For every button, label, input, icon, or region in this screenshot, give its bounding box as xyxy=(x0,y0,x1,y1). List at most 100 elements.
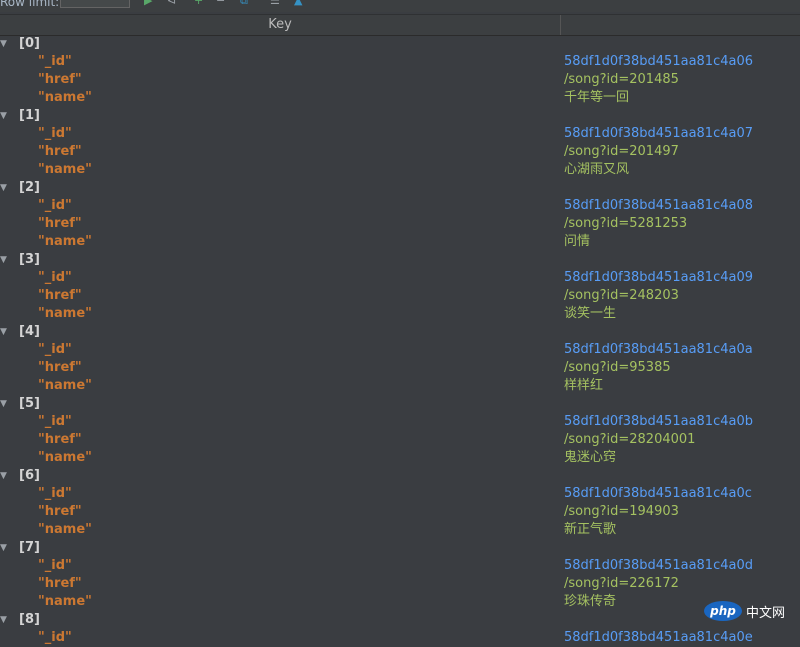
column-divider[interactable] xyxy=(560,15,561,35)
record-index: [2] xyxy=(19,180,40,195)
field-key: "href" xyxy=(38,504,82,519)
field-row[interactable]: "name" 鬼迷心窍 xyxy=(0,449,800,467)
field-row[interactable]: "_id" 58df1d0f38bd451aa81c4a06 xyxy=(0,53,800,71)
field-row[interactable]: "href" /song?id=194903 xyxy=(0,503,800,521)
field-value: 58df1d0f38bd451aa81c4a07 xyxy=(564,126,754,141)
field-value: /song?id=95385 xyxy=(564,360,671,375)
field-row[interactable]: "name" 珍珠传奇 xyxy=(0,593,800,611)
field-row[interactable]: "href" /song?id=5281253 xyxy=(0,215,800,233)
field-key: "_id" xyxy=(38,342,72,357)
expand-triangle-icon[interactable]: ▼ xyxy=(0,107,7,125)
field-row[interactable]: "_id" 58df1d0f38bd451aa81c4a0e xyxy=(0,629,800,647)
field-key: "_id" xyxy=(38,486,72,501)
field-row[interactable]: "name" 样样红 xyxy=(0,377,800,395)
record-row[interactable]: ▼ [3] xyxy=(0,251,800,269)
column-header: Key xyxy=(0,14,800,36)
field-row[interactable]: "name" 问情 xyxy=(0,233,800,251)
field-row[interactable]: "_id" 58df1d0f38bd451aa81c4a0a xyxy=(0,341,800,359)
record-index: [4] xyxy=(19,324,40,339)
field-value: 珍珠传奇 xyxy=(564,594,617,609)
field-value: /song?id=194903 xyxy=(564,504,679,519)
field-row[interactable]: "name" 千年等一回 xyxy=(0,89,800,107)
record-index: [7] xyxy=(19,540,40,555)
record-index: [6] xyxy=(19,468,40,483)
field-row[interactable]: "href" /song?id=226172 xyxy=(0,575,800,593)
field-key: "href" xyxy=(38,360,82,375)
expand-triangle-icon[interactable]: ▼ xyxy=(0,251,7,269)
filter-icon[interactable]: ⊲ xyxy=(167,0,176,7)
field-row[interactable]: "_id" 58df1d0f38bd451aa81c4a09 xyxy=(0,269,800,287)
field-row[interactable]: "href" /song?id=201497 xyxy=(0,143,800,161)
field-key: "_id" xyxy=(38,126,72,141)
record-row[interactable]: ▼ [4] xyxy=(0,323,800,341)
arrow-up-icon[interactable]: ▲ xyxy=(294,0,302,7)
field-row[interactable]: "_id" 58df1d0f38bd451aa81c4a0d xyxy=(0,557,800,575)
field-row[interactable]: "_id" 58df1d0f38bd451aa81c4a0c xyxy=(0,485,800,503)
field-row[interactable]: "href" /song?id=95385 xyxy=(0,359,800,377)
record-row[interactable]: ▼ [0] xyxy=(0,35,800,53)
field-key: "_id" xyxy=(38,558,72,573)
record-row[interactable]: ▼ [7] xyxy=(0,539,800,557)
plus-icon[interactable]: + xyxy=(194,0,203,7)
field-value: 58df1d0f38bd451aa81c4a0d xyxy=(564,558,753,573)
field-key: "href" xyxy=(38,288,82,303)
record-row[interactable]: ▼ [2] xyxy=(0,179,800,197)
field-row[interactable]: "href" /song?id=28204001 xyxy=(0,431,800,449)
field-key: "name" xyxy=(38,594,92,609)
expand-triangle-icon[interactable]: ▼ xyxy=(0,179,7,197)
expand-triangle-icon[interactable]: ▼ xyxy=(0,323,7,341)
field-key: "_id" xyxy=(38,198,72,213)
field-row[interactable]: "_id" 58df1d0f38bd451aa81c4a07 xyxy=(0,125,800,143)
field-value: /song?id=201485 xyxy=(564,72,679,87)
field-key: "href" xyxy=(38,144,82,159)
key-column-header[interactable]: Key xyxy=(0,15,560,35)
play-icon[interactable]: ▶ xyxy=(144,0,152,7)
record-row[interactable]: ▼ [5] xyxy=(0,395,800,413)
field-key: "name" xyxy=(38,162,92,177)
field-value: 样样红 xyxy=(564,378,604,393)
expand-triangle-icon[interactable]: ▼ xyxy=(0,539,7,557)
field-row[interactable]: "_id" 58df1d0f38bd451aa81c4a0b xyxy=(0,413,800,431)
field-key: "_id" xyxy=(38,270,72,285)
field-value: 谈笑一生 xyxy=(564,306,617,321)
field-value: /song?id=226172 xyxy=(564,576,679,591)
record-index: [8] xyxy=(19,612,40,627)
expand-triangle-icon[interactable]: ▼ xyxy=(0,395,7,413)
field-value: 58df1d0f38bd451aa81c4a06 xyxy=(564,54,754,69)
field-key: "name" xyxy=(38,306,92,321)
minus-icon[interactable]: − xyxy=(216,0,225,7)
field-key: "name" xyxy=(38,522,92,537)
field-value: /song?id=5281253 xyxy=(564,216,688,231)
row-limit-label: Row limit: xyxy=(0,0,60,9)
field-row[interactable]: "href" /song?id=248203 xyxy=(0,287,800,305)
field-key: "href" xyxy=(38,216,82,231)
php-logo: php xyxy=(704,601,742,621)
record-index: [5] xyxy=(19,396,40,411)
expand-triangle-icon[interactable]: ▼ xyxy=(0,467,7,485)
field-value: 58df1d0f38bd451aa81c4a0b xyxy=(564,414,753,429)
field-row[interactable]: "name" 新正气歌 xyxy=(0,521,800,539)
expand-triangle-icon[interactable]: ▼ xyxy=(0,35,7,53)
copy-icon[interactable]: ⧉ xyxy=(240,0,248,7)
field-row[interactable]: "name" 谈笑一生 xyxy=(0,305,800,323)
record-row[interactable]: ▼ [6] xyxy=(0,467,800,485)
field-key: "_id" xyxy=(38,54,72,69)
record-row[interactable]: ▼ [8] xyxy=(0,611,800,629)
field-row[interactable]: "name" 心湖雨又风 xyxy=(0,161,800,179)
field-value: 58df1d0f38bd451aa81c4a0e xyxy=(564,630,753,645)
watermark: php 中文网 xyxy=(704,599,794,623)
field-value: 58df1d0f38bd451aa81c4a09 xyxy=(564,270,754,285)
field-value: /song?id=28204001 xyxy=(564,432,696,447)
record-index: [1] xyxy=(19,108,40,123)
record-row[interactable]: ▼ [1] xyxy=(0,107,800,125)
field-value: 问情 xyxy=(564,234,591,249)
field-key: "_id" xyxy=(38,630,72,645)
field-value: 心湖雨又风 xyxy=(564,162,630,177)
document-tree: ▼ [0] "_id" 58df1d0f38bd451aa81c4a06 "href" /… xyxy=(0,35,800,647)
expand-triangle-icon[interactable]: ▼ xyxy=(0,611,7,629)
field-row[interactable]: "href" /song?id=201485 xyxy=(0,71,800,89)
list-icon[interactable]: ☰ xyxy=(270,0,280,7)
row-limit-input[interactable] xyxy=(60,0,130,8)
field-row[interactable]: "_id" 58df1d0f38bd451aa81c4a08 xyxy=(0,197,800,215)
watermark-text: 中文网 xyxy=(746,605,786,621)
